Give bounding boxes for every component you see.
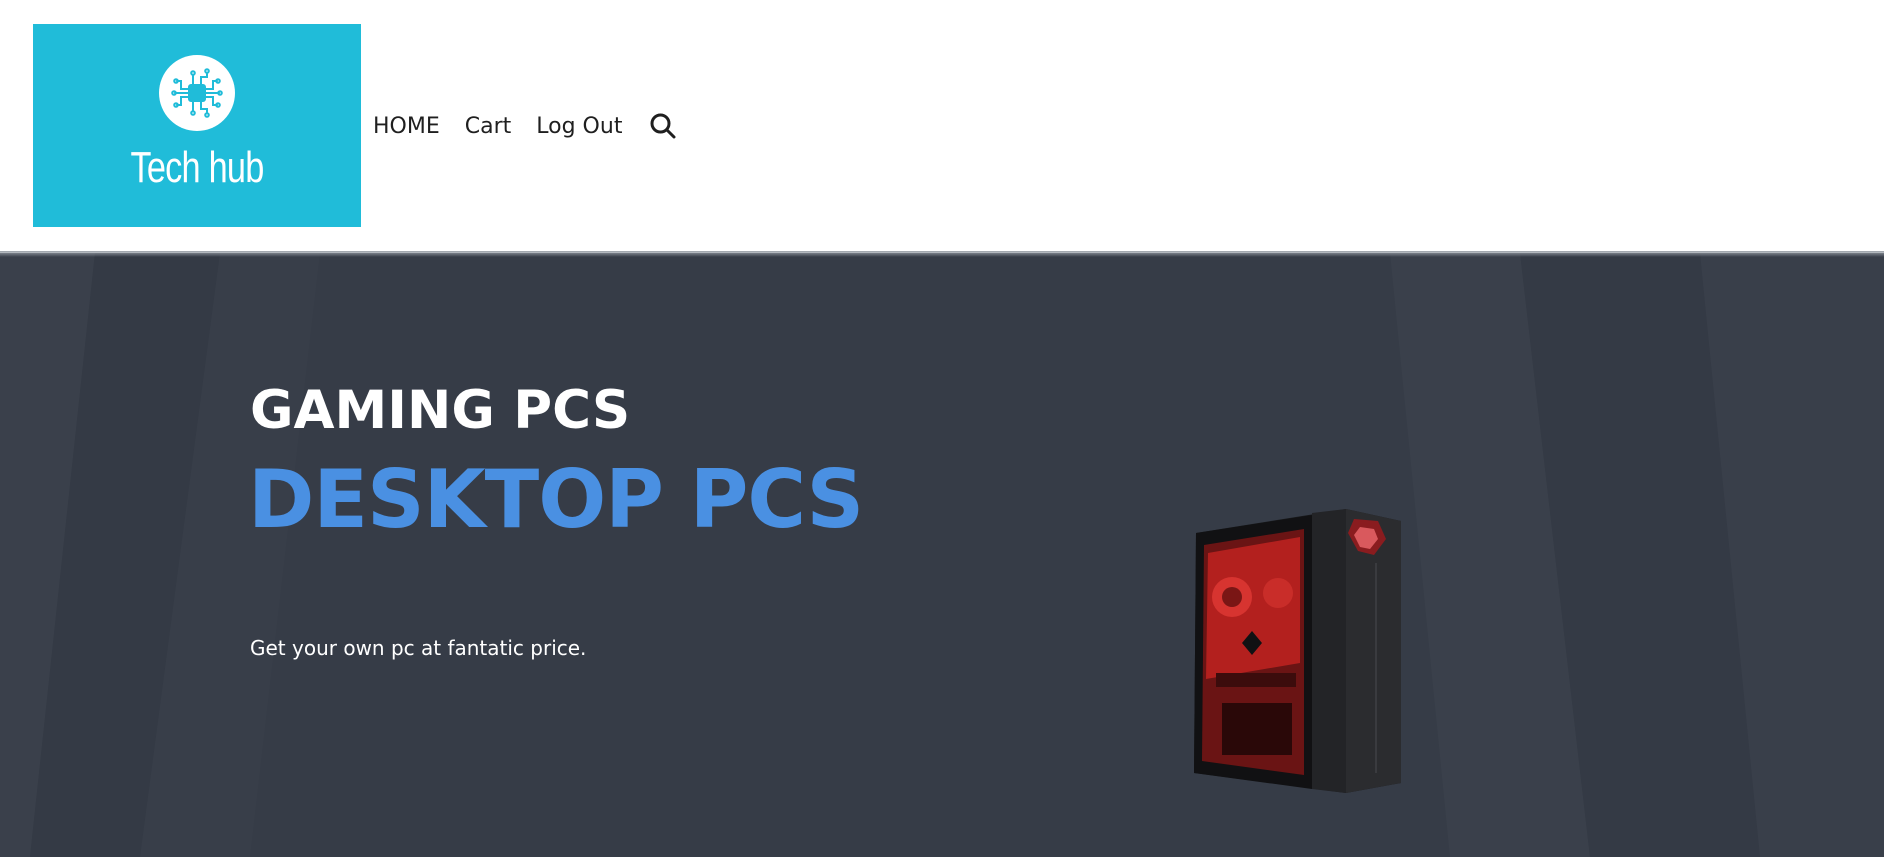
search-icon [650, 113, 676, 139]
hero-title-desktop: DESKTOP PCS [248, 453, 864, 546]
circuit-chip-icon [171, 68, 223, 118]
hero-title-gaming: GAMING PCS [250, 380, 631, 441]
site-header: Tech hub HOME Cart Log Out [0, 0, 1884, 253]
header-divider [0, 251, 1884, 257]
nav-logout-link[interactable]: Log Out [536, 114, 622, 139]
hero-banner: GAMING PCS DESKTOP PCS Get your own pc a… [0, 253, 1884, 857]
site-logo[interactable]: Tech hub [33, 24, 361, 227]
logo-badge [159, 55, 235, 131]
main-nav: HOME Cart Log Out [373, 110, 679, 142]
nav-cart-link[interactable]: Cart [465, 114, 512, 139]
brand-name: Tech hub [130, 143, 264, 192]
search-button[interactable] [647, 110, 679, 142]
hero-background-pattern [0, 253, 1884, 857]
desktop-pc-tower-icon [1194, 509, 1401, 793]
hero-subtitle: Get your own pc at fantatic price. [250, 636, 587, 660]
nav-home-link[interactable]: HOME [373, 114, 440, 139]
